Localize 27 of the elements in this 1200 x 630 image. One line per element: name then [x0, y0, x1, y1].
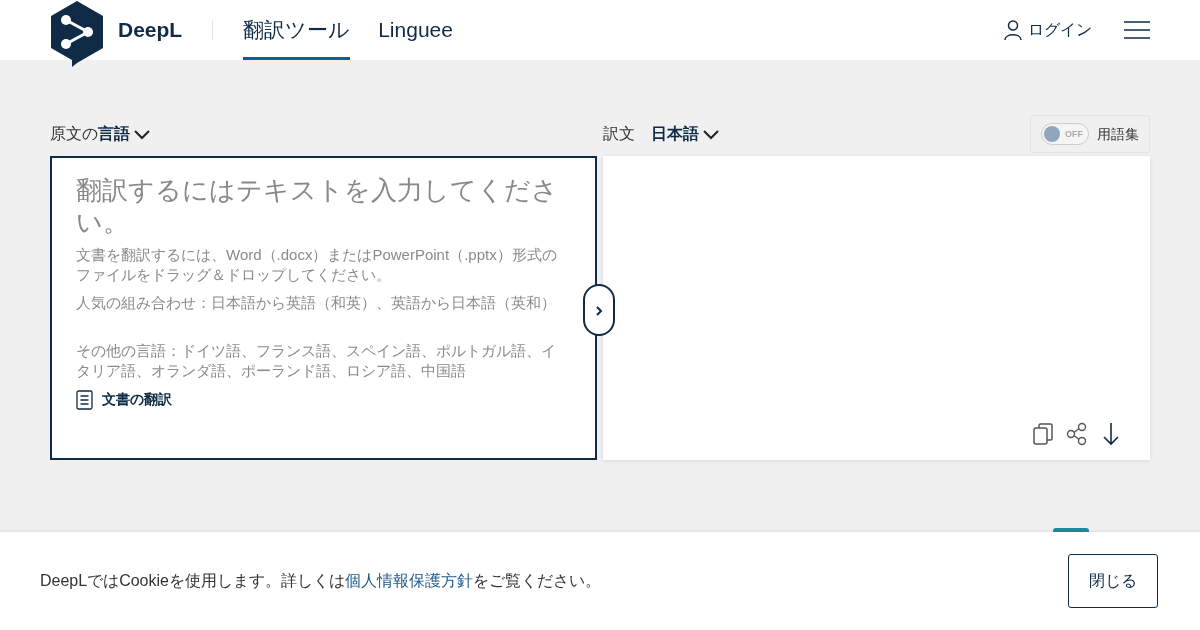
logo-icon[interactable]	[50, 1, 104, 67]
chevron-icon	[134, 129, 151, 140]
logo-text: DeepL	[118, 17, 183, 44]
nav-tab[interactable]: 翻訳ツール	[243, 0, 351, 61]
chevron-right-icon	[595, 305, 603, 316]
close-button[interactable]: 閉じる	[1068, 554, 1158, 608]
chevron-icon	[703, 129, 720, 140]
share-icon[interactable]	[1066, 422, 1088, 446]
privacy-policy-link[interactable]: 個人情報保護方針	[344, 572, 473, 589]
user-icon[interactable]	[1004, 20, 1022, 40]
download-icon[interactable]	[1100, 422, 1122, 446]
target-language-dropdown[interactable]: 日本語	[651, 122, 720, 146]
cookie-notice-text: DeepLではCookieを使用します。詳しくは個人情報保護方針をご覧ください。	[40, 571, 601, 591]
login-button[interactable]: ログイン	[1022, 17, 1098, 43]
target-label: 訳文	[603, 124, 635, 144]
menu-icon[interactable]	[1124, 20, 1150, 40]
hint-text: 文書を翻訳するには、Word（.docx）またはPowerPoint（.pptx）形式のファイルをドラッグ＆ドロップしてください。	[76, 245, 558, 285]
hint-text: 人気の組み合わせ：日本語から英語（和英）、英語から日本語（英和）	[76, 293, 557, 313]
glossary-label: 用語集	[1097, 124, 1139, 144]
swap-button[interactable]	[583, 284, 615, 336]
translate-document-link[interactable]: 文書の翻訳	[76, 389, 172, 410]
copy-icon[interactable]	[1032, 422, 1054, 446]
hint-text: その他の言語：ドイツ語、フランス語、スペイン語、ポルトガル語、イタリア語、オランダ語、ポーランド語、ロシア語、中国語	[76, 341, 557, 381]
source-language-label: 原文の言語	[50, 125, 130, 142]
nav-tab[interactable]: Linguee	[378, 0, 453, 61]
source-language-dropdown[interactable]: 原文の言語	[50, 122, 151, 146]
document-icon	[76, 389, 93, 410]
